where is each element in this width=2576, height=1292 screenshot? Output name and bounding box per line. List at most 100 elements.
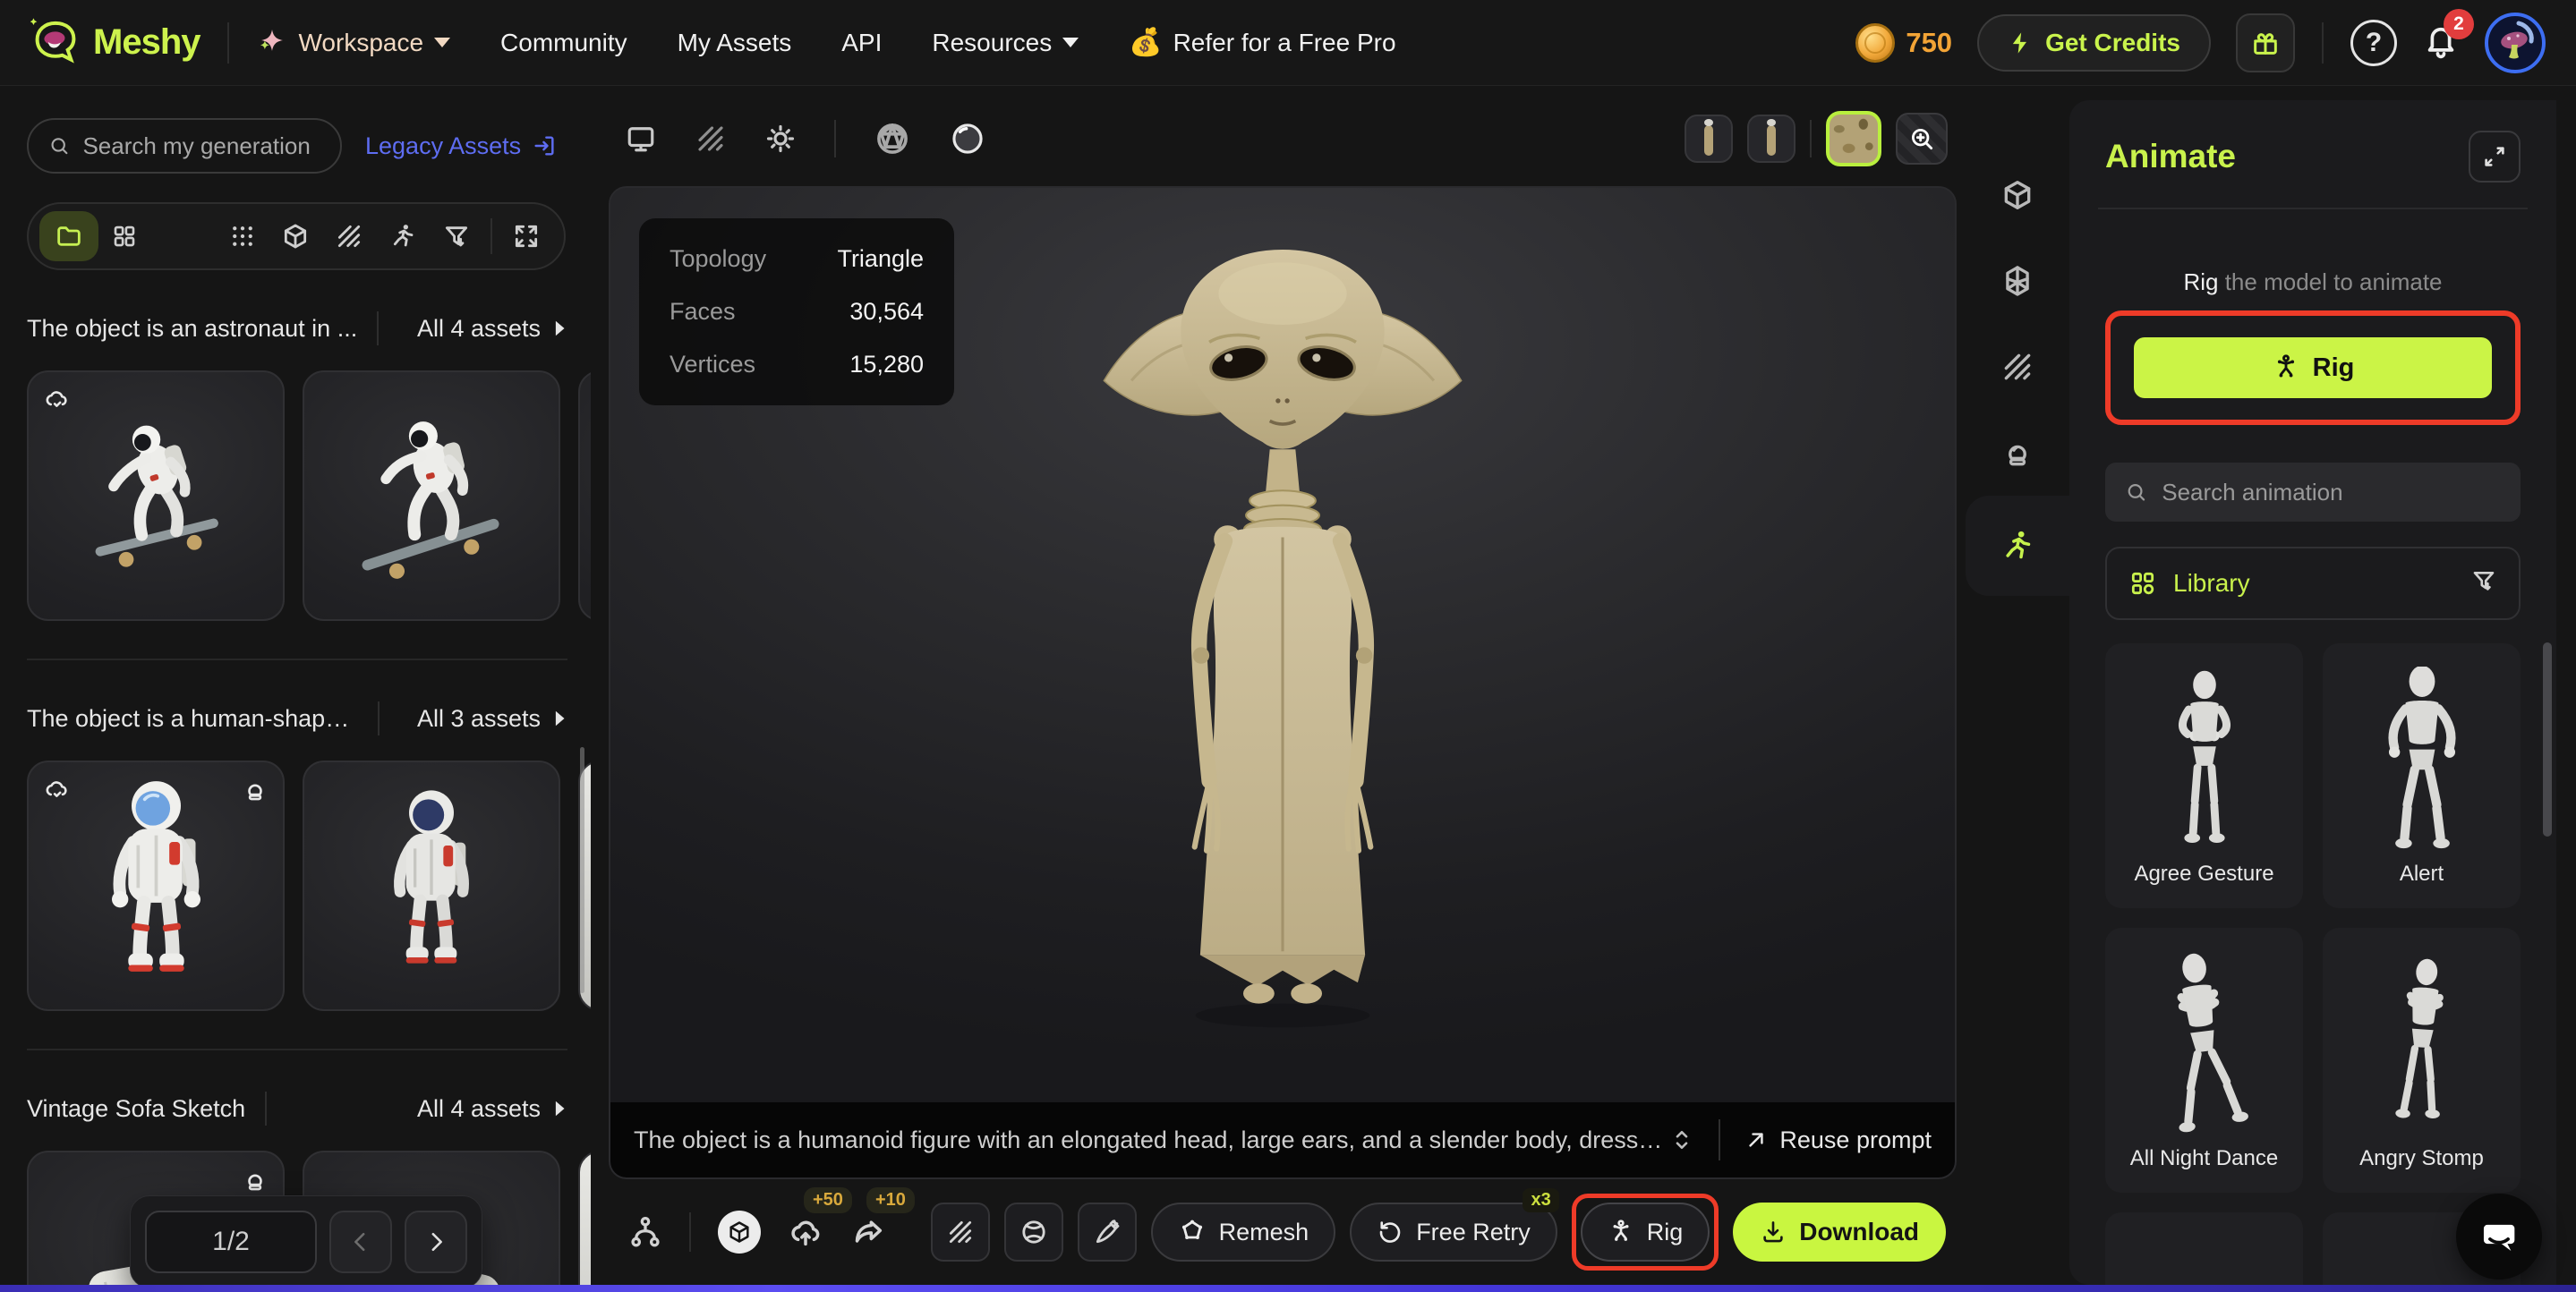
cloud-synced-icon <box>43 777 70 808</box>
free-retry-button[interactable]: x3 Free Retry <box>1350 1203 1557 1262</box>
animation-card[interactable]: All Night Dance <box>2105 928 2303 1193</box>
refer-link[interactable]: 💰 Refer for a Free Pro <box>1129 27 1395 58</box>
all-assets-link[interactable]: All 4 assets <box>417 315 567 343</box>
animation-search-input[interactable] <box>2162 479 2501 506</box>
filter-sort-icon <box>2470 567 2497 594</box>
expand-prompt-button[interactable] <box>1668 1126 1695 1153</box>
display-mode-button[interactable] <box>625 123 657 155</box>
chevron-left-icon <box>347 1228 374 1255</box>
rig-model-button[interactable]: Rig <box>2134 337 2492 398</box>
asset-card-astronaut-skate-2[interactable] <box>303 370 560 621</box>
hatch-icon <box>695 123 727 155</box>
get-credits-button[interactable]: Get Credits <box>1977 14 2211 72</box>
tab-model[interactable] <box>1966 152 2069 238</box>
tab-material[interactable] <box>1966 410 2069 496</box>
rig-button[interactable]: Rig <box>1581 1203 1710 1262</box>
meshy-logo[interactable]: Meshy <box>30 18 200 68</box>
nav-item-my-assets[interactable]: My Assets <box>678 29 792 57</box>
download-button[interactable]: Download <box>1733 1203 1946 1262</box>
gift-button[interactable] <box>2236 13 2295 72</box>
asset-card-astronaut-skate-1[interactable] <box>27 370 285 621</box>
hatch-icon <box>2000 350 2034 384</box>
group-separator <box>27 659 567 660</box>
stylize-button[interactable] <box>1078 1203 1137 1262</box>
cloud-synced-icon <box>43 387 70 418</box>
textured-badge-icon <box>242 1167 269 1198</box>
sparkle-icon <box>256 27 288 59</box>
rig-icon <box>1608 1219 1634 1245</box>
wireframe-mode-button[interactable] <box>931 1203 990 1262</box>
expand-sidebar-button[interactable] <box>499 222 553 251</box>
group-separator <box>27 1049 567 1050</box>
avatar[interactable] <box>2485 13 2546 73</box>
next-page-button[interactable] <box>405 1211 467 1273</box>
asset-card-peek[interactable] <box>578 1151 591 1285</box>
animation-card[interactable]: Agree Gesture <box>2105 643 2303 908</box>
reuse-prompt-button[interactable]: Reuse prompt <box>1744 1126 1932 1154</box>
credit-balance[interactable]: 750 <box>1855 23 1952 63</box>
filter-sort-icon <box>442 222 471 251</box>
sidebar-scrollbar[interactable] <box>580 747 584 993</box>
asset-group-header: The object is a human-shape... All 3 ass… <box>27 701 567 735</box>
library-section-header[interactable]: Library <box>2105 547 2521 620</box>
help-button[interactable]: ? <box>2350 20 2397 66</box>
lighting-button[interactable] <box>764 123 797 155</box>
model-viewport[interactable]: TopologyTriangle Faces30,564 Vertices15,… <box>609 186 1957 1179</box>
expand-panel-button[interactable] <box>2469 131 2521 183</box>
chevron-right-icon <box>551 709 567 728</box>
nav-item-resources[interactable]: Resources <box>932 29 1079 57</box>
toolbar-divider <box>834 120 836 157</box>
filter-models-button[interactable] <box>269 222 322 251</box>
all-assets-link[interactable]: All 4 assets <box>417 1095 567 1123</box>
tab-texture[interactable] <box>1966 324 2069 410</box>
wireframe-sphere-button[interactable] <box>874 120 911 157</box>
filter-all-button[interactable] <box>217 223 269 250</box>
astronaut-skateboard-art <box>327 391 537 601</box>
animation-card-partial[interactable] <box>2105 1212 2303 1285</box>
chat-launcher[interactable] <box>2456 1194 2542 1279</box>
rig-nodes-button[interactable] <box>628 1215 662 1249</box>
filter-animations-button[interactable] <box>376 222 430 251</box>
model-version-thumb-2[interactable] <box>1747 115 1796 163</box>
all-assets-link[interactable]: All 3 assets <box>417 705 567 733</box>
asset-card-astronaut-standing-1[interactable] <box>27 761 285 1011</box>
cube-icon <box>727 1220 752 1245</box>
share-button[interactable]: +10 <box>850 1214 886 1250</box>
material-sphere-button[interactable] <box>949 120 986 157</box>
asset-card-peek[interactable] <box>578 370 591 621</box>
filter-sort-button[interactable] <box>430 222 483 251</box>
model-version-thumb-1[interactable] <box>1685 115 1733 163</box>
publish-button[interactable]: +50 <box>788 1214 823 1250</box>
tab-animate[interactable] <box>1966 496 2069 596</box>
grid-view-button[interactable] <box>98 223 150 250</box>
alien-model-render <box>1090 191 1475 1037</box>
tab-topology[interactable] <box>1966 238 2069 324</box>
resize-diagonal-icon <box>2481 143 2508 170</box>
vertices-value: 15,280 <box>849 351 924 378</box>
asset-card-astronaut-standing-2[interactable] <box>303 761 560 1011</box>
top-nav: Meshy Workspace Community My Assets API <box>0 0 2576 86</box>
nav-item-workspace[interactable]: Workspace <box>256 27 451 59</box>
notifications-button[interactable]: 2 <box>2422 21 2460 64</box>
wireframe-toggle-button[interactable] <box>695 123 727 155</box>
texture-variant-thumb-active[interactable] <box>1826 111 1881 166</box>
panel-scrollbar[interactable] <box>2543 642 2552 837</box>
legacy-assets-link[interactable]: Legacy Assets <box>365 132 557 160</box>
remesh-button[interactable]: Remesh <box>1151 1203 1336 1262</box>
library-filter-button[interactable] <box>2470 567 2497 600</box>
prev-page-button[interactable] <box>329 1211 392 1273</box>
nav-item-api[interactable]: API <box>841 29 882 57</box>
folder-view-button[interactable] <box>39 211 98 261</box>
generation-search-input[interactable] <box>82 132 320 160</box>
animation-card[interactable]: Alert <box>2323 643 2521 908</box>
workspace-label: Workspace <box>299 29 424 57</box>
animation-card[interactable]: Angry Stomp <box>2323 928 2521 1193</box>
filter-textures-button[interactable] <box>322 222 376 251</box>
nav-item-community[interactable]: Community <box>500 29 627 57</box>
animation-name: All Night Dance <box>2105 1146 2303 1171</box>
export-model-button[interactable] <box>718 1211 761 1254</box>
filter-divider <box>490 218 492 254</box>
texture-zoom-button[interactable] <box>1896 113 1948 165</box>
retexture-button[interactable] <box>1004 1203 1063 1262</box>
asset-group-header: Vintage Sofa Sketch All 4 assets <box>27 1092 567 1126</box>
